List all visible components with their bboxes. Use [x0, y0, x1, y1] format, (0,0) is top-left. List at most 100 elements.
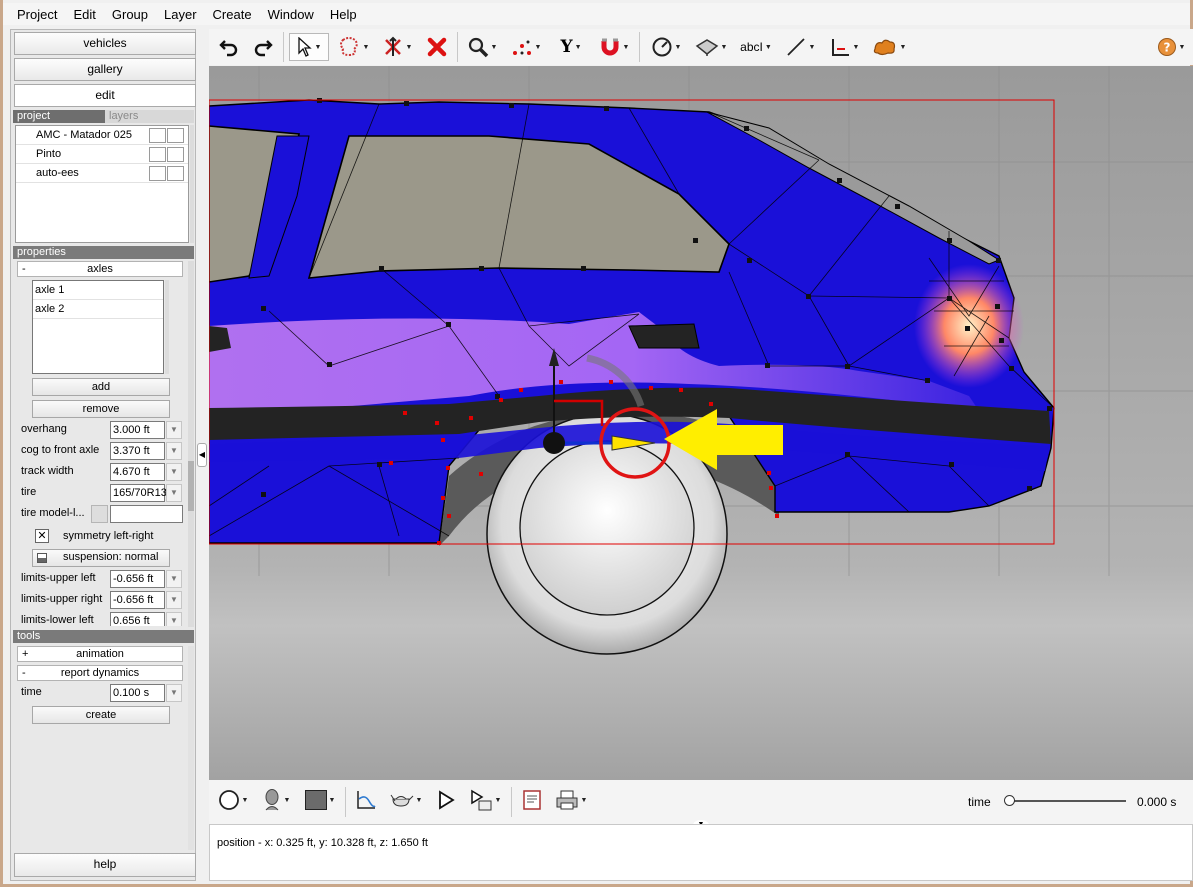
vehicles-button[interactable]: vehicles — [14, 32, 196, 55]
menu-window[interactable]: Window — [260, 7, 322, 22]
create-button[interactable]: create — [32, 706, 170, 724]
shape-tool-button[interactable]: ▼ — [869, 33, 909, 61]
menu-layer[interactable]: Layer — [156, 7, 205, 22]
help-button[interactable]: help — [14, 853, 196, 877]
chevron-down-icon[interactable]: ▼ — [166, 463, 182, 481]
list-item[interactable]: axle 2 — [33, 300, 163, 319]
points-tool-button[interactable]: ▼ — [507, 33, 545, 61]
list-item[interactable]: axle 1 — [33, 281, 163, 300]
camera-button[interactable]: ▼ — [385, 786, 425, 814]
tire-input[interactable]: 165/70R13 — [110, 484, 167, 502]
time-label: time — [968, 795, 991, 809]
delete-button[interactable] — [423, 33, 451, 61]
remove-axle-button[interactable]: remove — [32, 400, 170, 418]
lock-checkbox[interactable] — [167, 128, 184, 143]
tab-layers[interactable]: layers — [105, 110, 194, 123]
project-item[interactable]: Pinto — [16, 145, 188, 164]
project-list-scrollbar[interactable] — [190, 125, 194, 243]
material-sphere-button[interactable]: ▼ — [215, 786, 251, 814]
cog-input[interactable]: 3.370 ft — [110, 442, 165, 460]
play-options-button[interactable]: ▼ — [465, 786, 505, 814]
edit-button[interactable]: edit — [14, 84, 196, 107]
field-label: time — [21, 686, 42, 698]
measure-tool-button[interactable]: ▼ — [647, 33, 685, 61]
axles-group-header[interactable]: - axles — [17, 261, 183, 277]
chevron-down-icon[interactable]: ▼ — [166, 591, 182, 609]
transform-icon — [384, 36, 401, 56]
visibility-checkbox[interactable] — [149, 128, 166, 143]
group-title: report dynamics — [60, 667, 140, 679]
chevron-down-icon[interactable]: ▼ — [166, 484, 182, 502]
chevron-down-icon[interactable]: ▼ — [166, 442, 182, 460]
visibility-checkbox[interactable] — [149, 147, 166, 162]
animation-group-header[interactable]: + animation — [17, 646, 183, 662]
color-swatch-button[interactable]: ▼ — [301, 786, 339, 814]
collapse-panel-handle[interactable]: ◀ — [197, 443, 207, 467]
graph-icon — [357, 791, 376, 809]
3d-viewport[interactable] — [209, 66, 1193, 780]
zoom-icon — [468, 37, 488, 58]
lock-checkbox[interactable] — [167, 147, 184, 162]
time-slider-thumb[interactable] — [1004, 795, 1015, 806]
redo-button[interactable] — [249, 33, 277, 61]
surface-tool-button[interactable]: ▼ — [691, 33, 731, 61]
chevron-down-icon[interactable]: ▼ — [166, 612, 182, 626]
lock-checkbox[interactable] — [167, 166, 184, 181]
help-icon: ? — [1157, 38, 1176, 56]
chevron-down-icon[interactable]: ▼ — [166, 570, 182, 588]
report-group-header[interactable]: - report dynamics — [17, 665, 183, 681]
tab-project[interactable]: project — [13, 110, 105, 123]
tire-model-swatch[interactable] — [91, 505, 108, 523]
lasso-tool-button[interactable]: ▼ — [335, 33, 371, 61]
project-item[interactable]: AMC - Matador 025 — [16, 126, 188, 145]
zoom-tool-button[interactable]: ▼ — [463, 33, 501, 61]
properties-scrollbar[interactable] — [188, 261, 194, 627]
menu-help[interactable]: Help — [322, 7, 365, 22]
symmetry-row[interactable]: ✕ symmetry left-right — [35, 529, 175, 545]
menu-create[interactable]: Create — [205, 7, 260, 22]
text-tool-button[interactable]: abc I ▼ — [737, 33, 775, 61]
field-label: cog to front axle — [21, 444, 100, 456]
tire-model-input[interactable] — [110, 505, 183, 523]
tools-scrollbar[interactable] — [188, 646, 194, 850]
undo-button[interactable] — [215, 33, 243, 61]
project-item[interactable]: auto-ees — [16, 164, 188, 183]
line-tool-button[interactable]: ▼ — [781, 33, 819, 61]
mannequin-button[interactable]: ▼ — [257, 786, 295, 814]
add-axle-button[interactable]: add — [32, 378, 170, 396]
menu-group[interactable]: Group — [104, 7, 156, 22]
chevron-down-icon[interactable]: ▼ — [166, 684, 182, 702]
gallery-button[interactable]: gallery — [14, 58, 196, 81]
suspension-button[interactable]: suspension: normal — [32, 549, 170, 567]
visibility-checkbox[interactable] — [149, 166, 166, 181]
time-slider[interactable] — [1004, 795, 1126, 806]
print-button[interactable]: ▼ — [551, 786, 591, 814]
symmetry-checkbox[interactable]: ✕ — [35, 529, 49, 543]
scene[interactable] — [209, 66, 1193, 780]
collapse-toggle[interactable]: - — [22, 262, 26, 276]
surface-icon — [695, 39, 718, 56]
dimension-tool-button[interactable]: ▼ — [825, 33, 863, 61]
chevron-down-icon[interactable]: ▼ — [166, 421, 182, 439]
help-menu-button[interactable]: ? ▼ — [1153, 33, 1189, 61]
time-input[interactable]: 0.100 s — [110, 684, 165, 702]
limit-upper-right-input[interactable]: -0.656 ft — [110, 591, 165, 609]
report-button[interactable] — [517, 786, 547, 814]
collapse-toggle[interactable]: - — [22, 666, 26, 680]
limit-lower-left-input[interactable]: 0.656 ft — [110, 612, 165, 626]
select-tool-button[interactable]: ▼ — [289, 33, 329, 61]
axle-list-scrollbar[interactable] — [165, 280, 169, 374]
transform-tool-button[interactable]: ▼ — [379, 33, 415, 61]
play-button[interactable] — [431, 786, 461, 814]
graph-button[interactable] — [351, 786, 381, 814]
field-label: tire — [21, 486, 37, 498]
menu-edit[interactable]: Edit — [65, 7, 103, 22]
magnet-tool-button[interactable]: ▼ — [595, 33, 633, 61]
menu-project[interactable]: Project — [9, 7, 65, 22]
limit-upper-left-input[interactable]: -0.656 ft — [110, 570, 165, 588]
overhang-input[interactable]: 3.000 ft — [110, 421, 165, 439]
track-width-input[interactable]: 4.670 ft — [110, 463, 165, 481]
y-axis-tool-button[interactable]: Y ▼ — [553, 33, 589, 61]
limit-upper-left-row: limits-upper left -0.656 ft ▼ — [21, 570, 186, 589]
expand-toggle[interactable]: + — [22, 647, 28, 661]
